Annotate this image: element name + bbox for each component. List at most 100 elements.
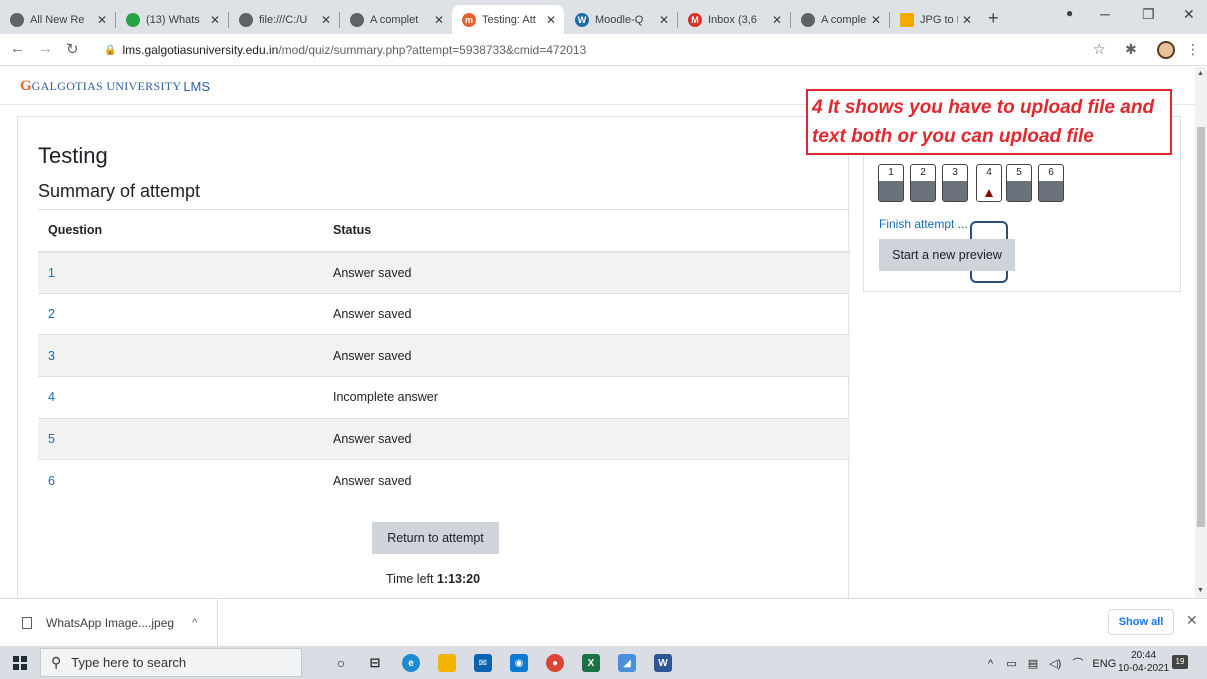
close-icon[interactable]: ✕	[210, 13, 220, 27]
file-explorer-icon[interactable]	[438, 654, 456, 672]
volume-icon[interactable]: ◁)	[1049, 658, 1061, 670]
scrollbar-thumb[interactable]	[1197, 127, 1205, 527]
question-link[interactable]: 1	[38, 251, 333, 294]
minimize-icon[interactable]: ─	[1100, 6, 1110, 22]
browser-tab[interactable]: A complet ✕	[791, 5, 889, 34]
browser-tab[interactable]: W Moodle-Q ✕	[565, 5, 677, 34]
scroll-down-icon[interactable]: ▼	[1197, 587, 1204, 594]
return-to-attempt-button[interactable]: Return to attempt	[372, 522, 499, 554]
menu-kebab-icon[interactable]: ⋮	[1186, 41, 1200, 58]
summary-table: Question Status 1 Answer saved 2 Answer …	[38, 209, 850, 502]
chevron-up-icon[interactable]: ^	[988, 658, 993, 670]
tab-label: A complet	[821, 13, 867, 26]
column-header-status: Status	[333, 209, 850, 253]
download-bar: WhatsApp Image....jpeg ^ Show all ✕	[0, 598, 1207, 647]
device-icon[interactable]: ▭	[1006, 658, 1016, 670]
bookmark-star-icon[interactable]: ☆	[1093, 41, 1106, 58]
close-icon[interactable]: ✕	[772, 13, 782, 27]
quiz-nav-button-3[interactable]: 3	[942, 164, 968, 202]
word-icon[interactable]: W	[654, 654, 672, 672]
task-view-icon[interactable]: ⊟	[366, 654, 384, 672]
question-link[interactable]: 2	[38, 292, 333, 335]
quiz-nav-button-4[interactable]: 4	[976, 164, 1002, 202]
notification-badge[interactable]: 19	[1172, 655, 1188, 669]
table-row: 1 Answer saved	[38, 251, 850, 294]
browser-tab[interactable]: M Inbox (3,6 ✕	[678, 5, 790, 34]
address-bar[interactable]: 🔒 lms.galgotiasuniversity.edu.in/mod/qui…	[104, 38, 1074, 62]
browser-tab[interactable]: All New Re ✕	[0, 5, 115, 34]
show-all-button[interactable]: Show all	[1108, 609, 1174, 635]
browser-tab[interactable]: (13) Whats ✕	[116, 5, 228, 34]
notes-icon[interactable]: ◢	[618, 654, 636, 672]
browser-tab[interactable]: JPG to PDF ✕	[890, 5, 980, 34]
browser-tab[interactable]: file:///C:/U ✕	[229, 5, 339, 34]
site-logo[interactable]: G GALGOTIAS UNIVERSITY LMS	[20, 78, 210, 95]
question-status: Answer saved	[333, 459, 850, 502]
quiz-nav-button-5[interactable]: 5	[1006, 164, 1032, 202]
nav-button-number: 1	[888, 167, 894, 178]
back-arrow-icon[interactable]: ←	[10, 40, 25, 57]
page-scrollbar[interactable]: ▲ ▼	[1195, 67, 1207, 598]
profile-dot-icon[interactable]: ●	[1066, 6, 1073, 20]
lms-label: LMS	[183, 79, 211, 94]
close-icon[interactable]: ✕	[97, 13, 107, 27]
close-icon[interactable]: ✕	[962, 13, 972, 27]
nav-button-number: 5	[1016, 167, 1022, 178]
extensions-icon[interactable]: ✱	[1125, 41, 1137, 58]
question-link[interactable]: 6	[38, 459, 333, 502]
quiz-nav-button-6[interactable]: 6	[1038, 164, 1064, 202]
quiz-nav-button-1[interactable]: 1	[878, 164, 904, 202]
tab-label: file:///C:/U	[259, 13, 308, 26]
moodle-icon: m	[462, 12, 476, 27]
nav-button-number: 3	[952, 167, 958, 178]
close-icon[interactable]: ✕	[659, 13, 669, 27]
close-icon[interactable]: ✕	[434, 13, 444, 27]
question-link[interactable]: 5	[38, 417, 333, 460]
wordpress-icon: W	[575, 12, 589, 27]
chrome-icon[interactable]: ●	[546, 654, 564, 672]
close-icon[interactable]: ✕	[871, 13, 881, 27]
system-tray[interactable]: ^ ▭ ▤ ◁) ⌒ ENG	[988, 655, 1116, 671]
clock-date: 10-04-2021	[1118, 663, 1170, 674]
table-row: 6 Answer saved	[38, 459, 850, 502]
chevron-up-icon[interactable]: ^	[192, 617, 197, 629]
restore-icon[interactable]: ❐	[1142, 6, 1155, 23]
language-indicator[interactable]: ENG	[1092, 658, 1116, 670]
nav-button-number: 6	[1048, 167, 1054, 178]
warning-triangle-icon	[985, 189, 993, 197]
taskbar-search[interactable]: ⚲ Type here to search	[40, 648, 302, 677]
close-icon[interactable]: ✕	[1186, 612, 1198, 629]
question-link[interactable]: 3	[38, 334, 333, 377]
finish-attempt-link[interactable]: Finish attempt ...	[879, 217, 968, 231]
new-tab-button[interactable]: +	[988, 8, 999, 29]
download-item[interactable]: WhatsApp Image....jpeg ^	[0, 599, 218, 647]
close-icon[interactable]: ✕	[546, 13, 556, 27]
profile-avatar[interactable]	[1157, 41, 1175, 59]
globe-icon	[801, 12, 815, 27]
quiz-nav-button-2[interactable]: 2	[910, 164, 936, 202]
edge-icon[interactable]: e	[402, 654, 420, 672]
network-icon[interactable]: ▤	[1028, 658, 1038, 670]
question-link[interactable]: 4	[38, 376, 333, 419]
reload-icon[interactable]: ↻	[66, 40, 79, 58]
scroll-up-icon[interactable]: ▲	[1197, 70, 1204, 77]
close-icon[interactable]: ✕	[321, 13, 331, 27]
tab-label: A complet	[370, 13, 419, 26]
jpg-to-pdf-icon	[900, 12, 914, 27]
forward-arrow-icon[interactable]: →	[38, 40, 53, 57]
windows-start-icon[interactable]	[13, 656, 27, 670]
browser-tab-active[interactable]: m Testing: Att ✕	[452, 5, 564, 34]
cortana-icon[interactable]: ○	[332, 654, 350, 672]
system-clock[interactable]: 20:44 10-04-2021	[1118, 649, 1169, 675]
dell-icon[interactable]: ◉	[510, 654, 528, 672]
summary-heading: Summary of attempt	[38, 181, 201, 201]
answered-state	[1039, 181, 1063, 201]
excel-icon[interactable]: X	[582, 654, 600, 672]
browser-tab[interactable]: A complet ✕	[340, 5, 452, 34]
table-row: 5 Answer saved	[38, 417, 850, 460]
wifi-icon[interactable]: ⌒	[1072, 658, 1083, 670]
mail-icon[interactable]: ✉	[474, 654, 492, 672]
start-new-preview-button[interactable]: Start a new preview	[879, 239, 1015, 271]
question-status: Incomplete answer	[333, 376, 850, 419]
window-close-icon[interactable]: ✕	[1183, 6, 1195, 23]
